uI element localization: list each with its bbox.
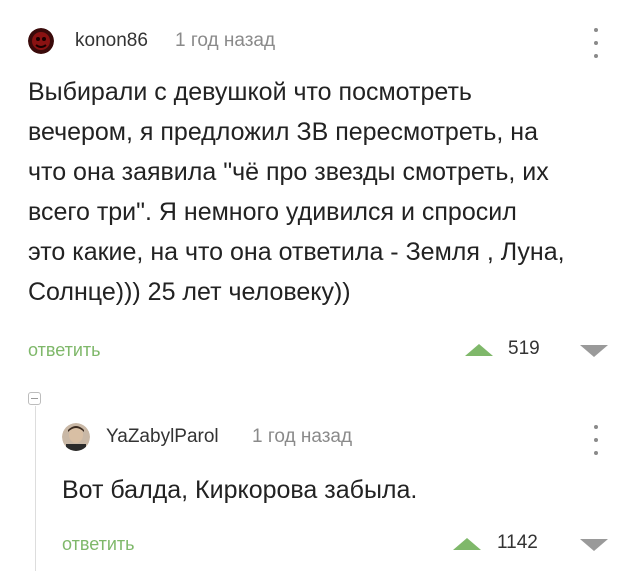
comment-timestamp: 1 год назад bbox=[252, 426, 353, 447]
comment-author[interactable]: YaZabylParol bbox=[106, 426, 219, 448]
downvote-arrow-icon[interactable] bbox=[580, 345, 608, 357]
avatar[interactable] bbox=[62, 423, 90, 451]
comment-author[interactable]: konon86 bbox=[75, 30, 148, 52]
upvote-arrow-icon[interactable] bbox=[465, 344, 493, 356]
reply-button[interactable]: ответить bbox=[28, 340, 101, 361]
comment-timestamp: 1 год назад bbox=[175, 30, 276, 51]
downvote-arrow-icon[interactable] bbox=[580, 539, 608, 551]
comment-rating: 1142 bbox=[497, 532, 538, 553]
more-vertical-icon[interactable] bbox=[589, 28, 603, 58]
comment-text: Вот балда, Киркорова забыла. bbox=[62, 476, 418, 504]
comment-text: Выбирали с девушкой что посмотреть вечер… bbox=[28, 78, 565, 306]
more-vertical-icon[interactable] bbox=[589, 425, 603, 455]
avatar[interactable] bbox=[28, 28, 54, 54]
thread-line bbox=[35, 406, 36, 571]
comment-rating: 519 bbox=[508, 338, 540, 359]
reply-button[interactable]: ответить bbox=[62, 534, 135, 555]
upvote-arrow-icon[interactable] bbox=[453, 538, 481, 550]
collapse-thread-icon[interactable] bbox=[28, 392, 41, 405]
